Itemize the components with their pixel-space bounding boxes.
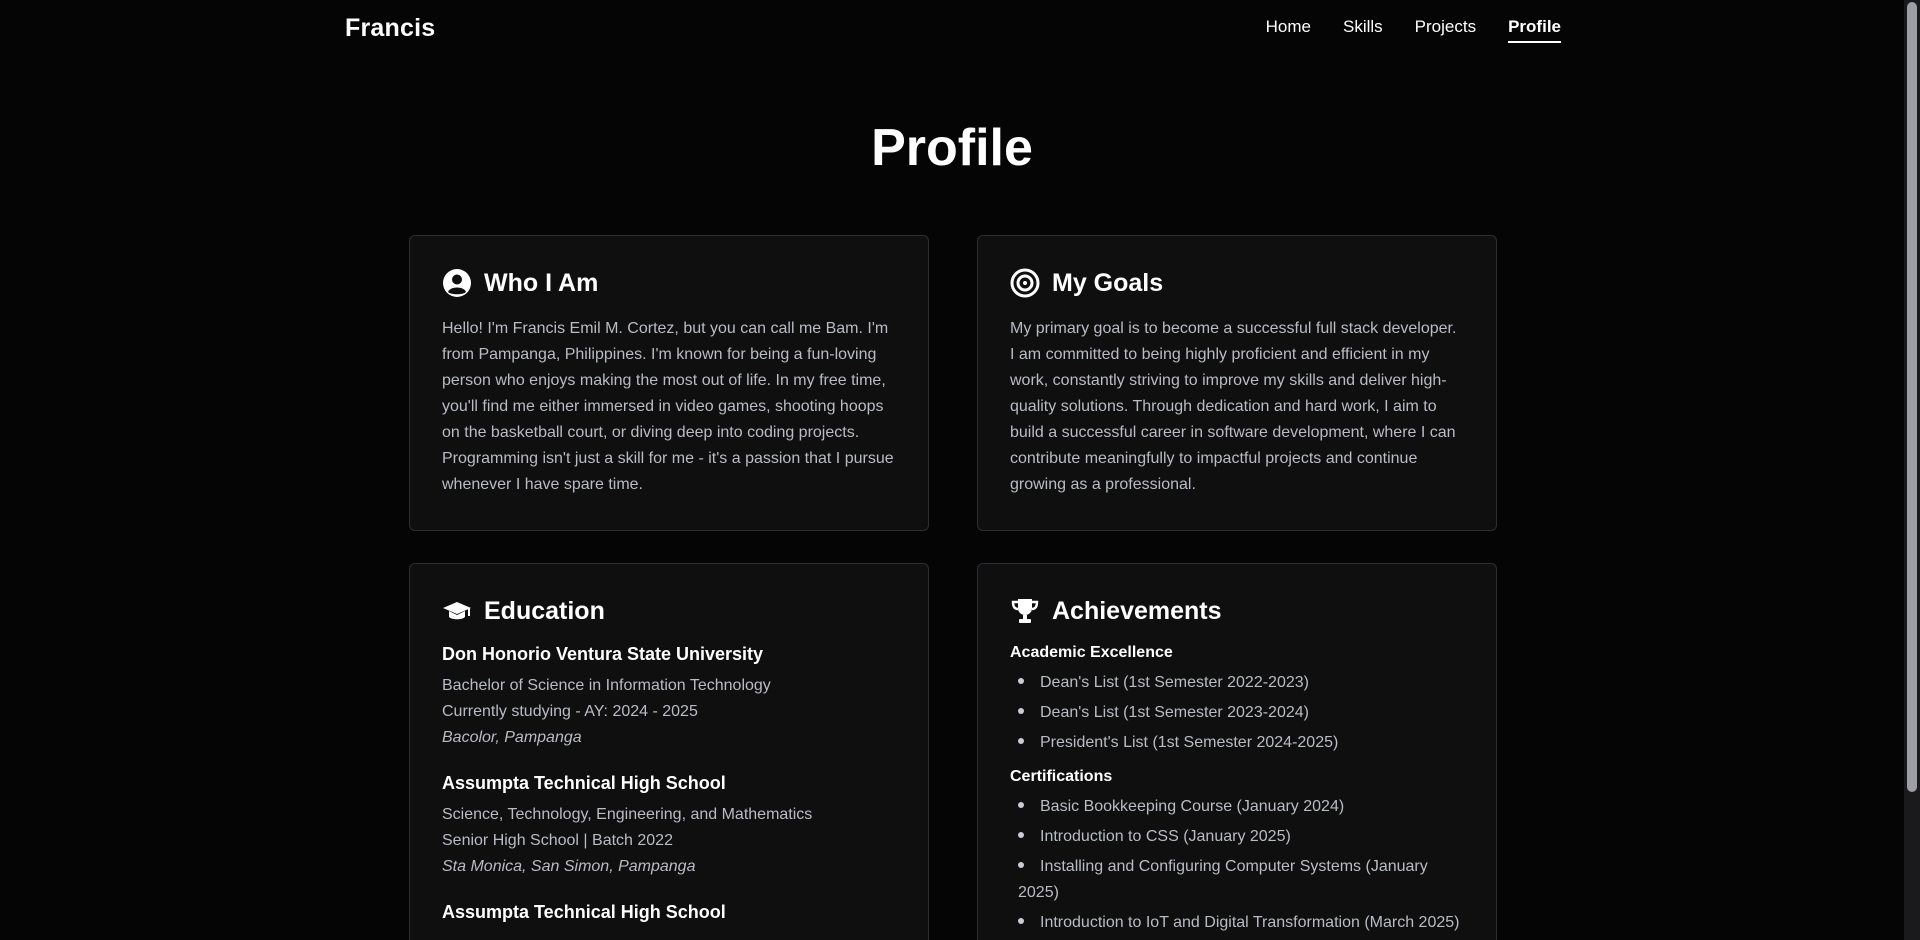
my-goals-card: My Goals My primary goal is to become a …	[977, 235, 1497, 531]
card-title: Who I Am	[484, 268, 599, 297]
target-icon	[1010, 268, 1040, 298]
user-circle-icon	[442, 268, 472, 298]
trophy-icon	[1010, 596, 1040, 626]
degree: Bachelor of Science in Information Techn…	[442, 677, 771, 694]
education-item: Assumpta Technical High School	[442, 902, 896, 923]
achievements-card: Achievements Academic Excellence Dean's …	[977, 563, 1497, 940]
list-item: Installing and Configuring Computer Syst…	[1018, 858, 1428, 901]
page: Francis Home Skills Projects Profile Pro…	[0, 0, 1920, 940]
nav-links: Home Skills Projects Profile	[1266, 17, 1561, 43]
nav-link-home[interactable]: Home	[1266, 17, 1311, 43]
card-header: My Goals	[1010, 268, 1464, 298]
school-location: Sta Monica, San Simon, Pampanga	[442, 858, 696, 875]
academic-list: Dean's List (1st Semester 2022-2023) Dea…	[1010, 670, 1464, 756]
school-name: Assumpta Technical High School	[442, 902, 726, 922]
list-item: Introduction to IoT and Digital Transfor…	[1010, 910, 1464, 936]
card-header: Education	[442, 596, 896, 626]
certifications-list: Basic Bookkeeping Course (January 2024) …	[1010, 794, 1464, 936]
graduation-cap-icon	[442, 596, 472, 626]
my-goals-text: My primary goal is to become a successfu…	[1010, 320, 1457, 493]
education-item: Don Honorio Ventura State University Bac…	[442, 644, 896, 751]
card-title: My Goals	[1052, 268, 1164, 297]
who-i-am-card: Who I Am Hello! I'm Francis Emil M. Cort…	[409, 235, 929, 531]
page-scrollbar[interactable]	[1904, 0, 1920, 940]
list-item: Introduction to CSS (January 2025)	[1010, 824, 1464, 850]
list-item: Dean's List (1st Semester 2023-2024)	[1010, 700, 1464, 726]
nav-link-profile[interactable]: Profile	[1508, 17, 1561, 43]
list-item: Dean's List (1st Semester 2022-2023)	[1010, 670, 1464, 696]
nav-link-skills[interactable]: Skills	[1343, 17, 1383, 43]
card-title: Education	[484, 596, 605, 625]
brand-logo[interactable]: Francis	[345, 14, 435, 43]
card-header: Who I Am	[442, 268, 896, 298]
list-item: Basic Bookkeeping Course (January 2024)	[1010, 794, 1464, 820]
page-title: Profile	[871, 119, 1033, 177]
card-header: Achievements	[1010, 596, 1464, 626]
strand: Science, Technology, Engineering, and Ma…	[442, 806, 813, 823]
nav-link-projects[interactable]: Projects	[1415, 17, 1476, 43]
study-status: Currently studying - AY: 2024 - 2025	[442, 703, 698, 720]
card-title: Achievements	[1052, 596, 1222, 625]
scrollbar-thumb[interactable]	[1907, 2, 1917, 792]
education-card: Education Don Honorio Ventura State Univ…	[409, 563, 929, 940]
school-location: Bacolor, Pampanga	[442, 729, 582, 746]
school-name: Assumpta Technical High School	[442, 773, 726, 793]
education-item: Assumpta Technical High School Science, …	[442, 773, 896, 880]
certifications-heading: Certifications	[1010, 768, 1113, 785]
who-i-am-text: Hello! I'm Francis Emil M. Cortez, but y…	[442, 320, 894, 493]
list-item: President's List (1st Semester 2024-2025…	[1010, 730, 1464, 756]
school-name: Don Honorio Ventura State University	[442, 644, 764, 664]
level-batch: Senior High School | Batch 2022	[442, 832, 673, 849]
top-navbar: Francis Home Skills Projects Profile	[0, 0, 1904, 56]
academic-excellence-heading: Academic Excellence	[1010, 644, 1173, 661]
